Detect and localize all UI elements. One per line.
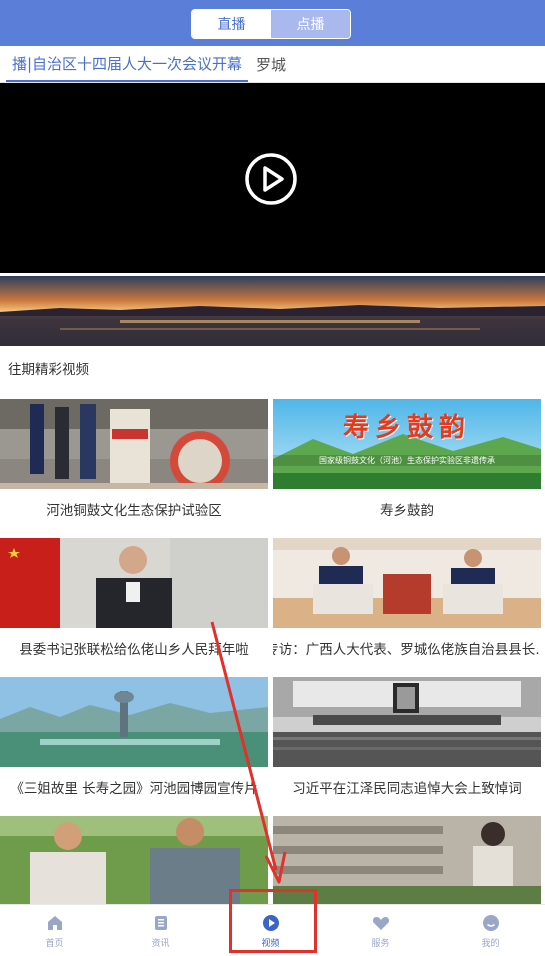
- nav-service[interactable]: 服务: [326, 905, 435, 956]
- profile-icon: [482, 914, 499, 931]
- video-thumbnail[interactable]: [0, 538, 268, 628]
- annotation-highlight-box: [229, 889, 317, 953]
- sunset-banner-image[interactable]: [0, 276, 545, 346]
- video-thumbnail[interactable]: [273, 538, 541, 628]
- heart-icon: [372, 916, 389, 930]
- nav-service-label: 服务: [371, 938, 390, 949]
- channel-tabs: 播|自治区十四届人大一次会议开幕 罗城: [0, 46, 545, 83]
- video-thumbnail[interactable]: [0, 816, 268, 906]
- nav-news[interactable]: 资讯: [106, 905, 215, 956]
- video-thumbnail[interactable]: [0, 399, 268, 489]
- video-caption[interactable]: 习近平在江泽民同志追悼大会上致悼词: [273, 767, 541, 807]
- thumbnail-subtitle: 国家级铜鼓文化（河池）生态保护实验区非遗传承: [273, 455, 541, 466]
- live-vod-switch: 直播 点播: [191, 9, 351, 39]
- home-icon: [47, 915, 62, 930]
- tab-luocheng[interactable]: 罗城: [256, 46, 286, 82]
- video-thumbnail[interactable]: [273, 677, 541, 767]
- nav-profile-label: 我的: [481, 938, 500, 949]
- nav-news-label: 资讯: [151, 938, 170, 949]
- tab-conference[interactable]: 播|自治区十四届人大一次会议开幕: [6, 46, 248, 82]
- live-segment[interactable]: 直播: [192, 10, 271, 38]
- video-caption[interactable]: 专访：广西人大代表、罗城仫佬族自治县县长…: [273, 628, 541, 668]
- section-title: 往期精彩视频: [8, 362, 89, 378]
- video-caption[interactable]: 县委书记张联松给仫佬山乡人民拜年啦: [0, 628, 268, 668]
- nav-home[interactable]: 首页: [0, 905, 109, 956]
- vod-segment[interactable]: 点播: [271, 10, 350, 38]
- video-thumbnail[interactable]: [0, 677, 268, 767]
- top-header: 直播 点播: [0, 0, 545, 46]
- nav-home-label: 首页: [45, 938, 64, 949]
- video-caption[interactable]: 寿乡鼓韵: [273, 489, 541, 529]
- nav-profile[interactable]: 我的: [436, 905, 545, 956]
- play-icon[interactable]: [244, 152, 298, 206]
- news-icon: [154, 915, 167, 930]
- video-caption[interactable]: 《三姐故里 长寿之园》河池园博园宣传片: [0, 767, 268, 807]
- thumbnail-title: 寿乡鼓韵: [342, 413, 471, 443]
- video-caption[interactable]: 河池铜鼓文化生态保护试验区: [0, 489, 268, 529]
